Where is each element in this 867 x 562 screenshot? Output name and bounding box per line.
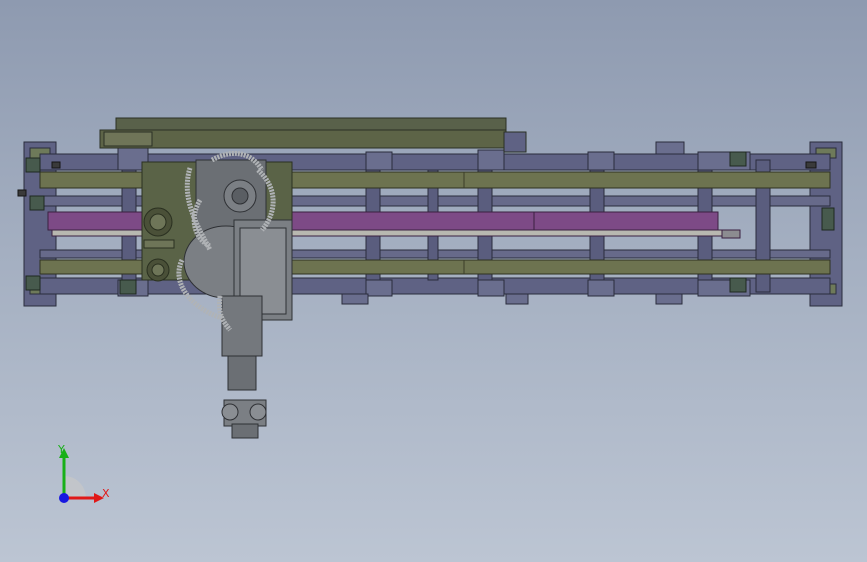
top-cable-tray	[99, 117, 527, 153]
triad-axes	[59, 448, 104, 503]
gantry-robot-model[interactable]	[0, 0, 867, 562]
triad-y-label: Y	[58, 443, 65, 456]
cad-graphics-viewport[interactable]: Y X	[0, 0, 867, 562]
coordinate-triad: Y X	[40, 436, 120, 516]
triad-x-label: X	[102, 487, 110, 500]
